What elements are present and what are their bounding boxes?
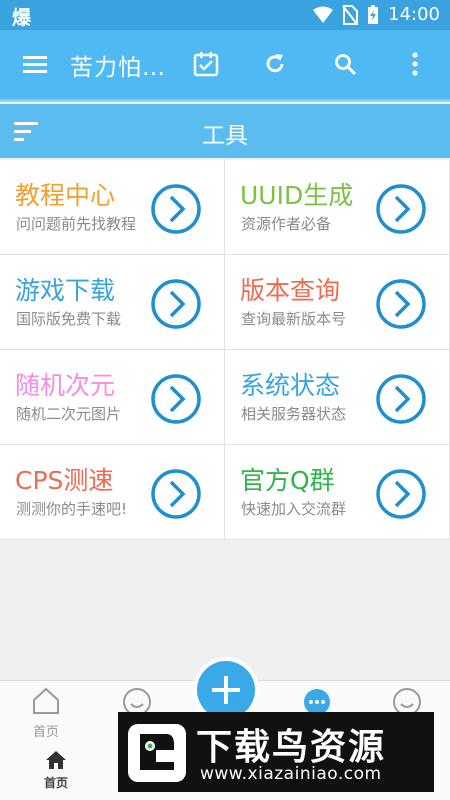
tool-subtitle: 随机二次元图片	[16, 405, 122, 423]
section-header: 工具	[0, 104, 450, 158]
chevron-right-circle-icon[interactable]	[150, 278, 202, 330]
tool-subtitle: 国际版免费下载	[16, 310, 122, 328]
tool-title: 教程中心	[15, 181, 116, 210]
section-title: 工具	[202, 123, 248, 149]
tool-title: CPS测速	[15, 466, 114, 495]
no-sim-icon	[342, 4, 359, 25]
chevron-right-circle-icon[interactable]	[150, 468, 202, 520]
tool-random-anime[interactable]: 随机次元 随机二次元图片	[0, 350, 225, 445]
tool-title: 系统状态	[240, 371, 341, 400]
tool-system-status[interactable]: 系统状态 相关服务器状态	[225, 350, 450, 445]
tool-subtitle: 问问题前先找教程	[16, 215, 137, 233]
status-app-icon: 爆	[12, 7, 32, 29]
tool-tutorial-center[interactable]: 教程中心 问问题前先找教程	[0, 160, 225, 255]
tool-official-qq-group[interactable]: 官方Q群 快速加入交流群	[225, 445, 450, 540]
tool-game-download[interactable]: 游戏下载 国际版免费下载	[0, 255, 225, 350]
watermark-title: 下载鸟资源	[196, 727, 387, 768]
tool-uuid-generate[interactable]: UUID生成 资源作者必备	[225, 160, 450, 255]
chevron-right-circle-icon[interactable]	[375, 468, 427, 520]
tool-title: UUID生成	[240, 181, 354, 210]
watermark-url: www.xiazainiao.com	[200, 764, 382, 784]
nav-home-secondary-label: 首页	[43, 776, 68, 790]
home-outline-icon	[33, 687, 59, 714]
toolbar-title: 苦力怕…	[70, 55, 166, 81]
nav-home-label: 首页	[32, 725, 59, 740]
chevron-right-circle-icon[interactable]	[375, 278, 427, 330]
chevron-right-circle-icon[interactable]	[375, 373, 427, 425]
tool-subtitle: 快速加入交流群	[241, 500, 347, 518]
app-toolbar: 苦力怕…	[0, 30, 450, 98]
bird-logo-icon	[128, 724, 186, 782]
wifi-icon	[313, 6, 334, 23]
chevron-right-circle-icon[interactable]	[375, 183, 427, 235]
toolbar-shadow	[0, 98, 450, 102]
tool-subtitle: 资源作者必备	[241, 215, 332, 233]
calendar-check-icon[interactable]	[186, 44, 226, 84]
menu-icon[interactable]	[15, 44, 55, 84]
search-icon[interactable]	[325, 44, 365, 84]
tool-cps-test[interactable]: CPS测速 测测你的手速吧!	[0, 445, 225, 540]
tools-grid: 教程中心 问问题前先找教程 UUID生成 资源作者必备 游戏下载 国际版免费下载…	[0, 160, 450, 540]
battery-icon	[368, 4, 379, 24]
watermark-banner: 下载鸟资源 www.xiazainiao.com	[118, 712, 434, 792]
plus-icon	[212, 676, 240, 704]
status-time: 14:00	[388, 4, 440, 25]
refresh-icon[interactable]	[255, 44, 295, 84]
status-indicators: 14:00	[313, 4, 440, 25]
tool-version-query[interactable]: 版本查询 查询最新版本号	[225, 255, 450, 350]
tool-title: 游戏下载	[15, 276, 116, 305]
tool-subtitle: 查询最新版本号	[241, 310, 347, 328]
add-fab-button[interactable]	[197, 661, 255, 719]
tool-title: 官方Q群	[240, 466, 335, 495]
tool-title: 随机次元	[15, 371, 116, 400]
nav-home[interactable]: 首页	[16, 687, 76, 740]
more-vert-icon[interactable]	[395, 44, 435, 84]
tool-title: 版本查询	[240, 276, 341, 305]
chevron-right-circle-icon[interactable]	[150, 373, 202, 425]
tool-subtitle: 测测你的手速吧!	[16, 500, 128, 518]
chevron-right-circle-icon[interactable]	[150, 183, 202, 235]
tool-subtitle: 相关服务器状态	[241, 405, 347, 423]
nav-home-secondary[interactable]: 首页	[36, 750, 76, 791]
home-filled-icon	[46, 751, 66, 769]
status-bar: 爆 14:00	[0, 0, 450, 30]
